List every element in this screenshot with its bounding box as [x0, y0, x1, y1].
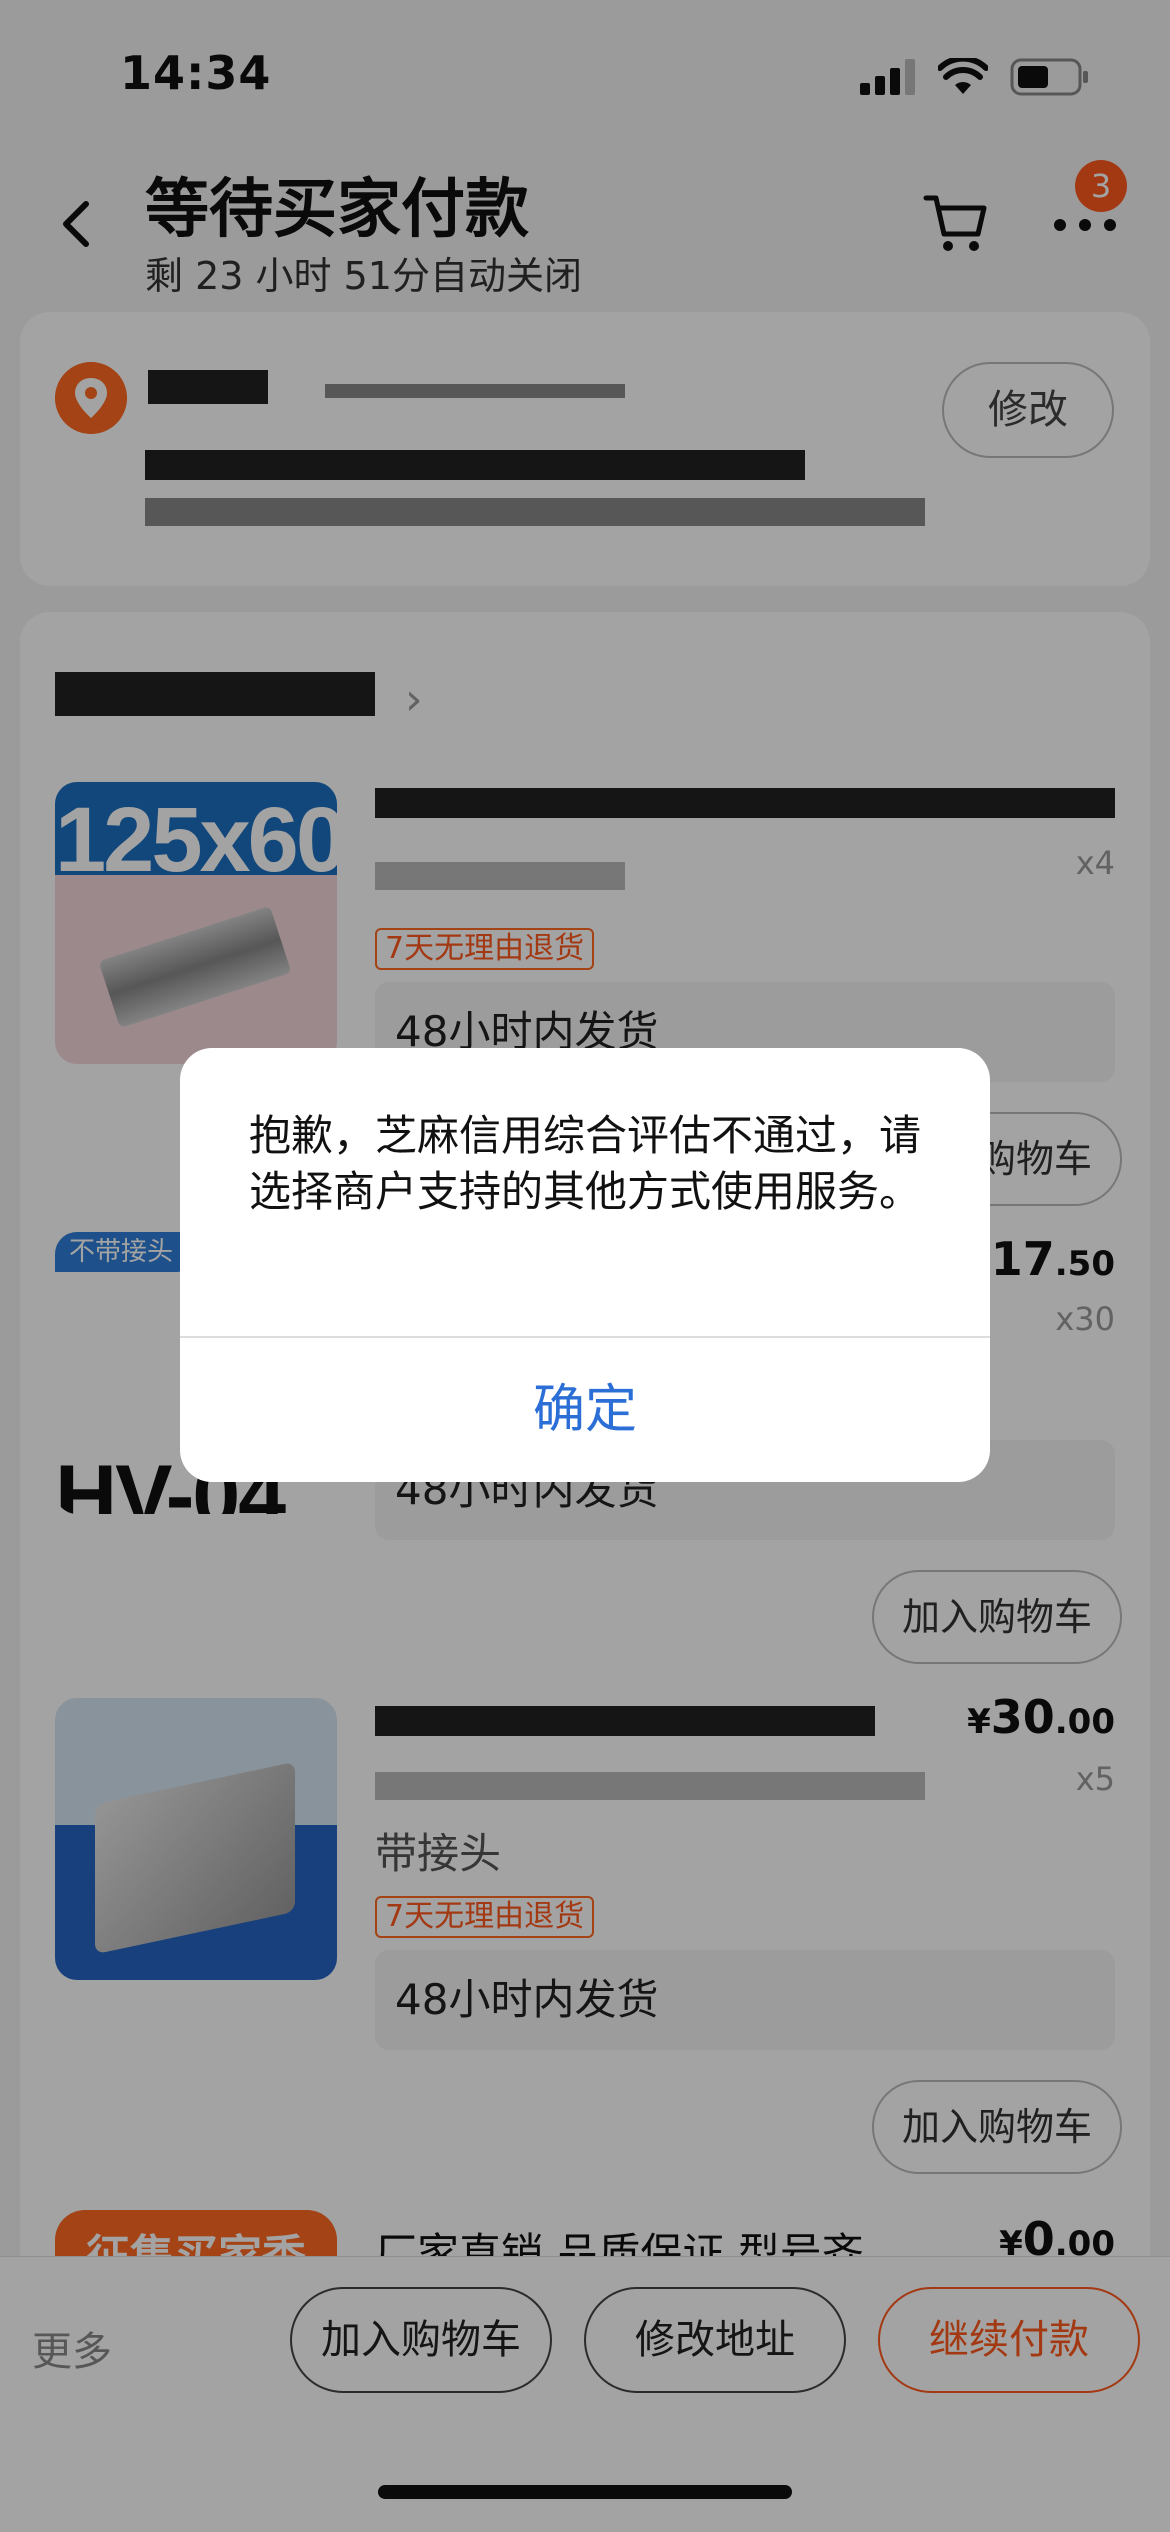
alert-dialog: 抱歉，芝麻信用综合评估不通过，请选择商户支持的其他方式使用服务。 确定: [180, 1048, 990, 1482]
alert-message: 抱歉，芝麻信用综合评估不通过，请选择商户支持的其他方式使用服务。: [248, 1111, 921, 1216]
confirm-button[interactable]: 确定: [180, 1338, 990, 1482]
order-page: 14:34 等待买家付款 剩 23 小时 51分自动关闭 3 修改 › 125x…: [0, 0, 1170, 2532]
